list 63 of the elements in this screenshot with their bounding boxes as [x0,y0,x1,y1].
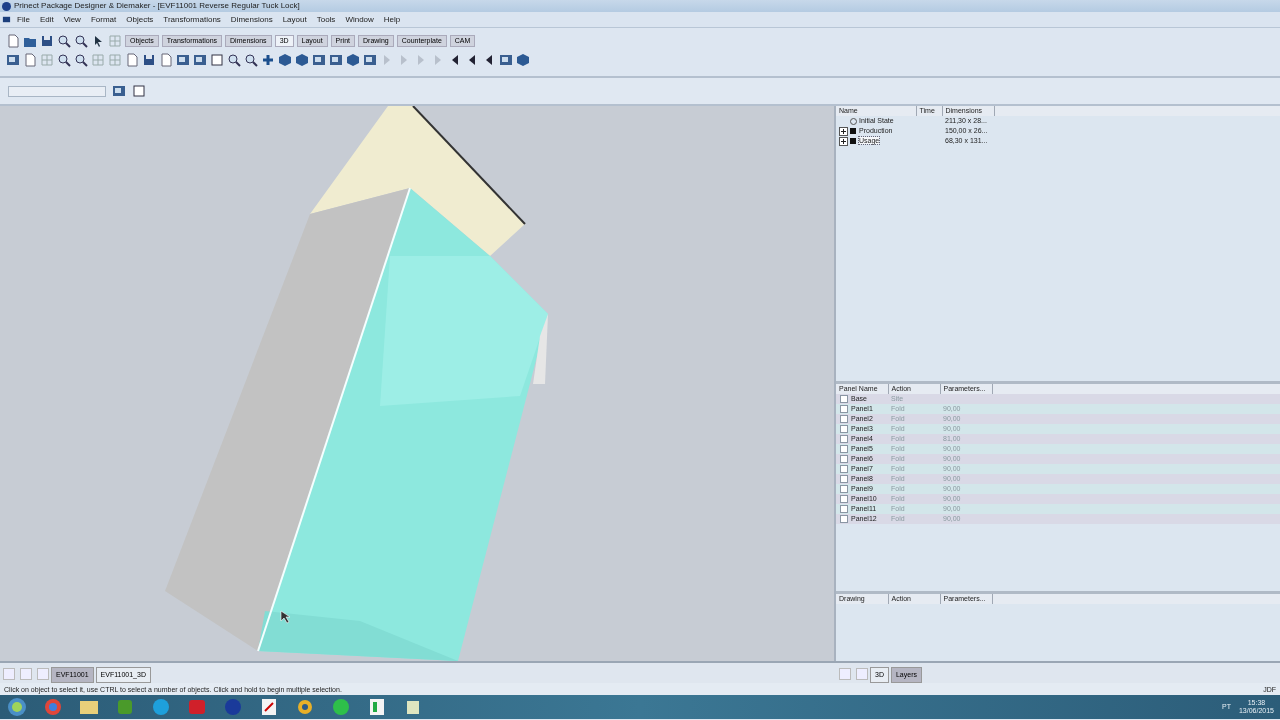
round-app-icon[interactable] [330,697,352,717]
dropdown-field[interactable] [8,85,106,97]
menu-item[interactable]: View [59,14,85,25]
page-icon[interactable] [23,52,37,67]
menu-item[interactable]: Layout [278,14,311,25]
checkbox[interactable] [840,515,848,524]
tab-list-button[interactable] [20,668,32,680]
round-app-icon[interactable] [222,697,244,717]
checkbox[interactable] [840,465,848,474]
app-icon [2,1,11,11]
checkbox[interactable] [840,445,848,454]
plus-icon[interactable] [261,52,275,67]
zoom-icon[interactable] [244,52,258,67]
round-app-icon[interactable] [150,697,172,717]
image-icon[interactable] [499,52,513,67]
checkbox[interactable] [840,405,848,414]
page-icon[interactable] [159,52,173,67]
window-title: Prinect Package Designer & Diemaker - [EVF11001 Reverse Regular Tuck Lock] [14,1,300,11]
menu-item[interactable]: Help [379,14,405,25]
scroll-right-button[interactable] [37,668,49,680]
square-icon [850,138,856,145]
menu-item[interactable]: Objects [122,14,158,25]
expand-icon[interactable] [839,136,848,146]
page-icon[interactable] [125,52,139,67]
zoom-icon[interactable] [57,33,71,48]
image-icon[interactable] [176,52,190,67]
menu-item[interactable]: Tools [312,14,340,25]
scroll-right-button[interactable] [856,668,868,680]
checkbox[interactable] [840,485,848,494]
menu-item[interactable]: Window [341,14,378,25]
menu-item[interactable]: File [13,14,34,25]
checkbox[interactable] [840,455,848,464]
start-button[interactable] [6,697,28,717]
square-icon [850,128,856,135]
image-icon[interactable] [112,84,126,98]
scroll-left-button[interactable] [839,668,851,680]
menu-item[interactable]: Edit [35,14,58,25]
menu-item[interactable]: Format [86,14,121,25]
image-icon[interactable] [329,52,343,67]
document-icon[interactable] [2,15,11,24]
expand-icon[interactable] [839,126,848,136]
mouse-pointer-icon [280,610,291,624]
frame-icon[interactable] [132,84,146,98]
zoom-icon[interactable] [74,52,88,67]
zoom-icon[interactable] [57,52,71,67]
checkbox[interactable] [840,475,848,484]
checkbox[interactable] [840,435,848,444]
checkbox[interactable] [840,505,848,514]
checkbox[interactable] [840,415,848,424]
image-icon[interactable] [6,52,20,67]
zoom-icon[interactable] [227,52,241,67]
scroll-left-button[interactable] [3,668,15,680]
round-app-icon[interactable] [42,697,64,717]
image-icon[interactable] [312,52,326,67]
page-icon[interactable] [6,33,20,48]
checkbox[interactable] [840,495,848,504]
menu-item[interactable]: Dimensions [226,14,277,25]
checkbox[interactable] [840,395,848,404]
image-icon[interactable] [363,52,377,67]
image-icon[interactable] [193,52,207,67]
menu-item[interactable]: Transformations [159,14,225,25]
zoom-icon[interactable] [74,33,88,48]
checkbox[interactable] [840,425,848,434]
